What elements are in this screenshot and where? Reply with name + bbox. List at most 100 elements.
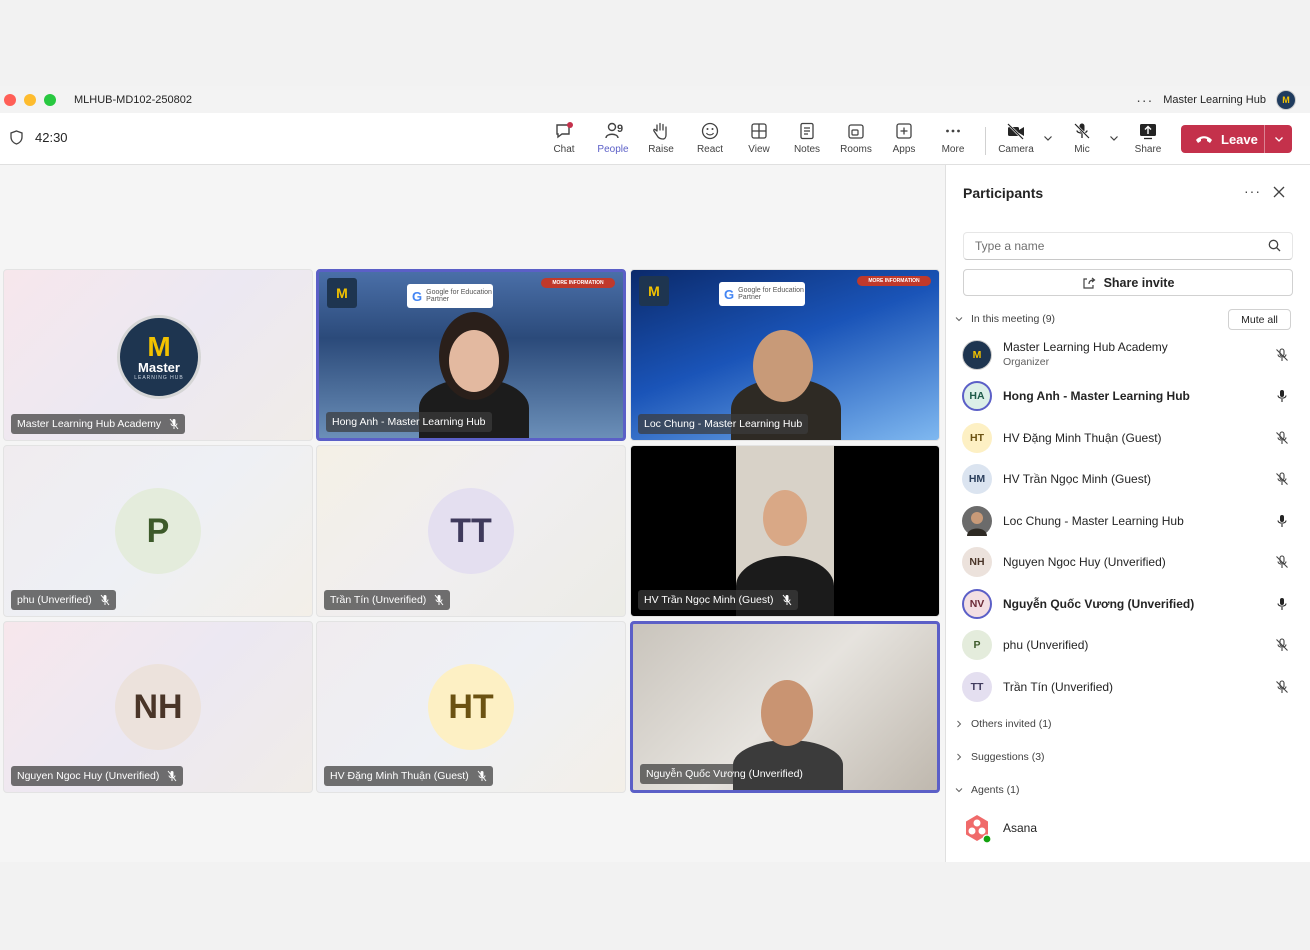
react-label: React (696, 144, 724, 155)
hand-icon (653, 122, 667, 140)
mic-button[interactable]: Mic (1058, 121, 1106, 161)
participant-row[interactable]: NV Nguyễn Quốc Vương (Unverified) (962, 586, 1302, 622)
view-button[interactable]: View (735, 121, 783, 161)
tile-name-tag: phu (Unverified) (11, 590, 116, 610)
others-invited-section-header[interactable]: Others invited (1) (955, 718, 1052, 730)
title-more-button[interactable]: ··· (1136, 92, 1153, 108)
participant-row[interactable]: NH Nguyen Ngoc Huy (Unverified) (962, 544, 1302, 580)
participant-avatar: TT (962, 672, 992, 702)
google-partner-badge: G Google for Education Partner (719, 282, 805, 306)
participant-row[interactable]: M Master Learning Hub Academy Organizer (962, 337, 1302, 373)
contact-info-overlay: MORE INFORMATION (857, 276, 931, 316)
minimize-window-button[interactable] (24, 93, 36, 106)
participant-row[interactable]: TT Trần Tín (Unverified) (962, 669, 1302, 705)
video-brand-logo: M (639, 276, 669, 306)
mic-muted-icon (1276, 431, 1288, 444)
zoom-window-button[interactable] (44, 93, 56, 106)
share-button[interactable]: Share (1124, 121, 1172, 161)
participant-avatar: NH (962, 547, 992, 577)
participant-avatar: HA (962, 381, 992, 411)
timer-text: 42:30 (35, 130, 68, 145)
participant-row[interactable]: HA Hong Anh - Master Learning Hub (962, 378, 1302, 414)
leave-label: Leave (1221, 131, 1258, 147)
tile-name-tag: HV Trần Ngọc Minh (Guest) (638, 590, 798, 610)
contact-info-overlay: MORE INFORMATION (541, 278, 615, 318)
leave-button[interactable]: Leave (1181, 125, 1265, 153)
agent-row[interactable]: Asana (962, 810, 1302, 846)
video-stage: M Master LEARNING HUB Master Learning Hu… (0, 165, 945, 862)
mic-on-icon (1277, 390, 1287, 402)
leave-options-button[interactable] (1265, 134, 1292, 144)
chat-label: Chat (553, 144, 575, 155)
mic-muted-icon (1276, 472, 1288, 485)
share-invite-button[interactable]: Share invite (963, 269, 1293, 296)
notes-button[interactable]: Notes (783, 121, 831, 161)
participant-video-tile[interactable]: M G Google for Education Partner MORE INFO… (316, 269, 626, 441)
leave-button-group: Leave (1181, 125, 1292, 153)
partner-line2: Partner (738, 294, 762, 301)
partner-line2: Partner (426, 296, 450, 303)
participant-row[interactable]: HT HV Đặng Minh Thuận (Guest) (962, 420, 1302, 456)
mute-all-button[interactable]: Mute all (1228, 309, 1291, 330)
mic-options-chevron-icon[interactable] (1109, 133, 1119, 143)
title-bar: MLHUB-MD102-250802 ··· Master Learning H… (0, 86, 1310, 113)
chevron-right-icon (957, 720, 962, 728)
tile-name-tag: Hong Anh - Master Learning Hub (326, 412, 492, 432)
tile-name-tag: Nguyen Ngoc Huy (Unverified) (11, 766, 184, 786)
agents-section-header[interactable]: Agents (1) (955, 784, 1019, 796)
participant-tile[interactable]: TT Trần Tín (Unverified) (316, 445, 626, 617)
account-avatar[interactable]: M (1276, 90, 1296, 110)
participant-avatar: M (962, 340, 992, 370)
tile-name: Master Learning Hub Academy (17, 418, 162, 430)
tile-name: Trần Tín (Unverified) (330, 594, 427, 606)
participant-row[interactable]: P phu (Unverified) (962, 627, 1302, 663)
react-button[interactable]: React (686, 121, 734, 161)
participant-tile[interactable]: P phu (Unverified) (3, 445, 313, 617)
more-button[interactable]: More (929, 121, 977, 161)
participant-row[interactable]: HM HV Trần Ngọc Minh (Guest) (962, 461, 1302, 497)
participant-tile[interactable]: HT HV Đặng Minh Thuận (Guest) (316, 621, 626, 793)
participant-tile[interactable]: M Master LEARNING HUB Master Learning Hu… (3, 269, 313, 441)
camera-button[interactable]: Camera (992, 121, 1040, 161)
camera-options-chevron-icon[interactable] (1043, 133, 1053, 143)
more-info-header: MORE INFORMATION (541, 278, 615, 288)
apps-button[interactable]: Apps (880, 121, 928, 161)
participant-video-tile[interactable]: HV Trần Ngọc Minh (Guest) (630, 445, 940, 617)
teams-meeting-window: MLHUB-MD102-250802 ··· Master Learning H… (0, 86, 1310, 862)
apps-label: Apps (892, 144, 916, 155)
tile-name: HV Trần Ngọc Minh (Guest) (644, 594, 774, 606)
chevron-down-icon (955, 788, 963, 793)
close-window-button[interactable] (4, 93, 16, 106)
participant-role: Organizer (1003, 356, 1050, 368)
view-label: View (748, 144, 770, 155)
mic-muted-icon (477, 770, 487, 782)
mic-muted-icon (1276, 555, 1288, 568)
hang-up-icon (1196, 136, 1212, 143)
participant-video-tile[interactable]: M G Google for Education Partner MORE INFO… (630, 269, 940, 441)
grid-view-icon (751, 123, 767, 139)
search-input[interactable]: Type a name (963, 232, 1293, 260)
participant-name: HV Trần Ngọc Minh (Guest) (1003, 471, 1152, 486)
panel-more-button[interactable]: ··· (1244, 183, 1261, 199)
participant-tile[interactable]: NH Nguyen Ngoc Huy (Unverified) (3, 621, 313, 793)
in-meeting-section-header[interactable]: In this meeting (9) (955, 313, 1055, 325)
tile-name: Hong Anh - Master Learning Hub (332, 416, 486, 428)
participant-video-tile[interactable]: Nguyễn Quốc Vương (Unverified) (630, 621, 940, 793)
agents-label: Agents (1) (971, 784, 1020, 796)
mic-off-icon (1074, 123, 1090, 139)
raise-hand-button[interactable]: Raise (637, 121, 685, 161)
people-button[interactable]: 9 People (589, 121, 637, 168)
account-name: Master Learning Hub (1163, 94, 1266, 106)
chat-button[interactable]: Chat (540, 121, 588, 161)
video-person-face (753, 330, 813, 402)
suggestions-section-header[interactable]: Suggestions (3) (955, 751, 1045, 763)
participant-row[interactable]: Loc Chung - Master Learning Hub (962, 503, 1302, 539)
rooms-button[interactable]: Rooms (832, 121, 880, 161)
more-info-header: MORE INFORMATION (857, 276, 931, 286)
window-controls (4, 93, 56, 106)
close-icon[interactable] (1273, 186, 1285, 198)
video-person-face (761, 680, 813, 746)
ellipsis-icon (946, 129, 960, 133)
partner-line1: Google for Education (426, 289, 492, 296)
participant-avatar: HM (962, 464, 992, 494)
